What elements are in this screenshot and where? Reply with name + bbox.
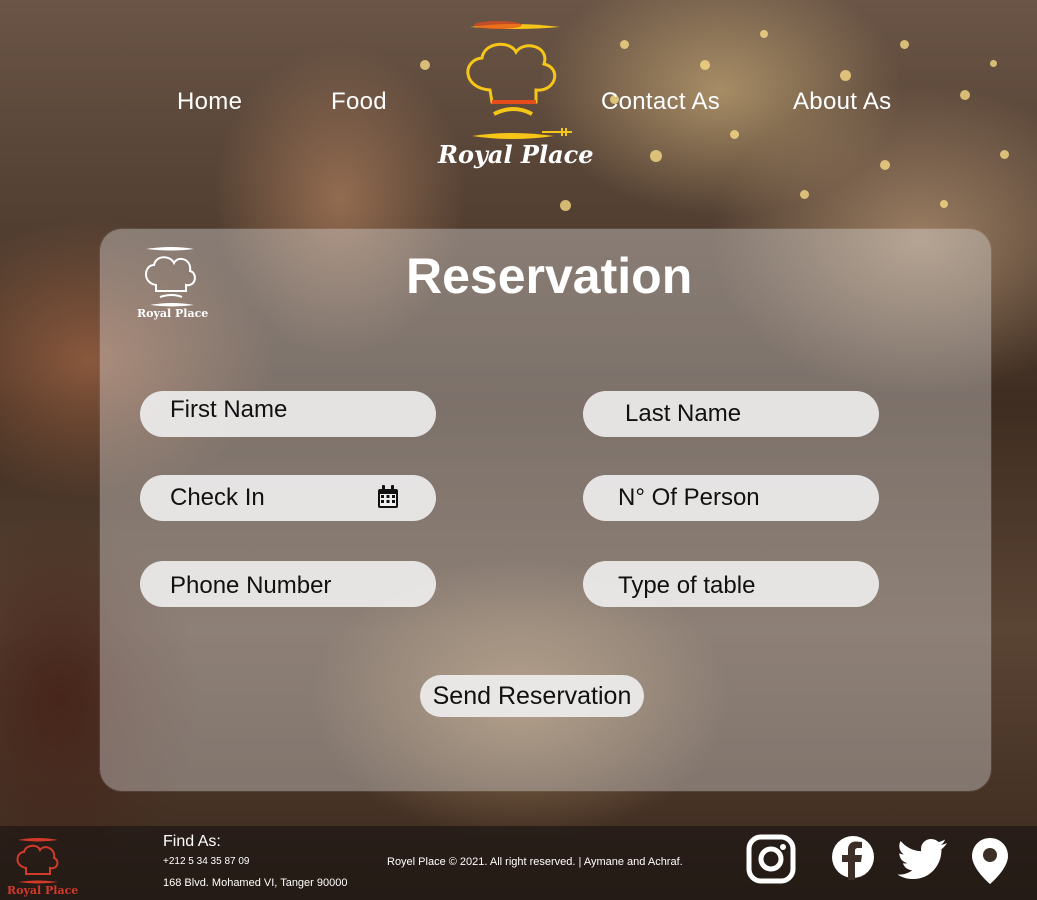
table-type-select[interactable]: Type of table xyxy=(583,561,879,607)
brand-name: Royal Place xyxy=(438,140,594,169)
instagram-icon[interactable] xyxy=(746,834,796,884)
footer-address: 168 Blvd. Mohamed VI, Tanger 90000 xyxy=(163,877,348,889)
twitter-icon[interactable] xyxy=(898,838,948,882)
first-name-field[interactable]: First Name xyxy=(140,391,436,437)
phone-field[interactable]: Phone Number xyxy=(140,561,436,607)
persons-placeholder: N° Of Person xyxy=(618,484,760,511)
first-name-placeholder: First Name xyxy=(170,396,288,423)
chef-hat-logo-icon xyxy=(16,838,59,884)
find-us-label: Find As: xyxy=(163,833,221,850)
phone-placeholder: Phone Number xyxy=(170,572,332,599)
panel-brand-name: Royal Place xyxy=(137,307,209,320)
check-in-field[interactable]: Check In xyxy=(140,475,436,521)
nav-about[interactable]: About As xyxy=(793,88,891,116)
reservation-panel: Royal Place Reservation First Name Last … xyxy=(100,229,991,791)
footer-brand-name: Royal Place xyxy=(7,884,79,897)
table-type-placeholder: Type of table xyxy=(618,572,756,599)
header-logo[interactable]: Royal Place xyxy=(432,18,594,173)
panel-logo: Royal Place xyxy=(134,243,214,323)
calendar-icon[interactable] xyxy=(377,485,399,509)
nav-food[interactable]: Food xyxy=(331,88,387,116)
chef-hat-logo-icon xyxy=(145,247,196,307)
send-reservation-button[interactable]: Send Reservation xyxy=(420,675,644,717)
location-pin-icon[interactable] xyxy=(970,836,1010,886)
last-name-field[interactable]: Last Name xyxy=(583,391,879,437)
copyright-text: Royel Place © 2021. All right reserved. … xyxy=(387,856,683,868)
footer-phone: +212 5 34 35 87 09 xyxy=(163,856,250,867)
chef-hat-logo-icon xyxy=(466,21,572,139)
persons-field[interactable]: N° Of Person xyxy=(583,475,879,521)
check-in-placeholder: Check In xyxy=(170,484,265,511)
footer-logo[interactable]: Royal Place xyxy=(6,834,79,900)
nav-contact[interactable]: Contact As xyxy=(601,88,720,116)
footer: Royal Place Find As: +212 5 34 35 87 09 … xyxy=(0,826,1037,900)
facebook-icon[interactable] xyxy=(831,834,875,880)
last-name-placeholder: Last Name xyxy=(625,400,742,427)
page-title: Reservation xyxy=(406,248,693,304)
nav-home[interactable]: Home xyxy=(177,88,242,116)
